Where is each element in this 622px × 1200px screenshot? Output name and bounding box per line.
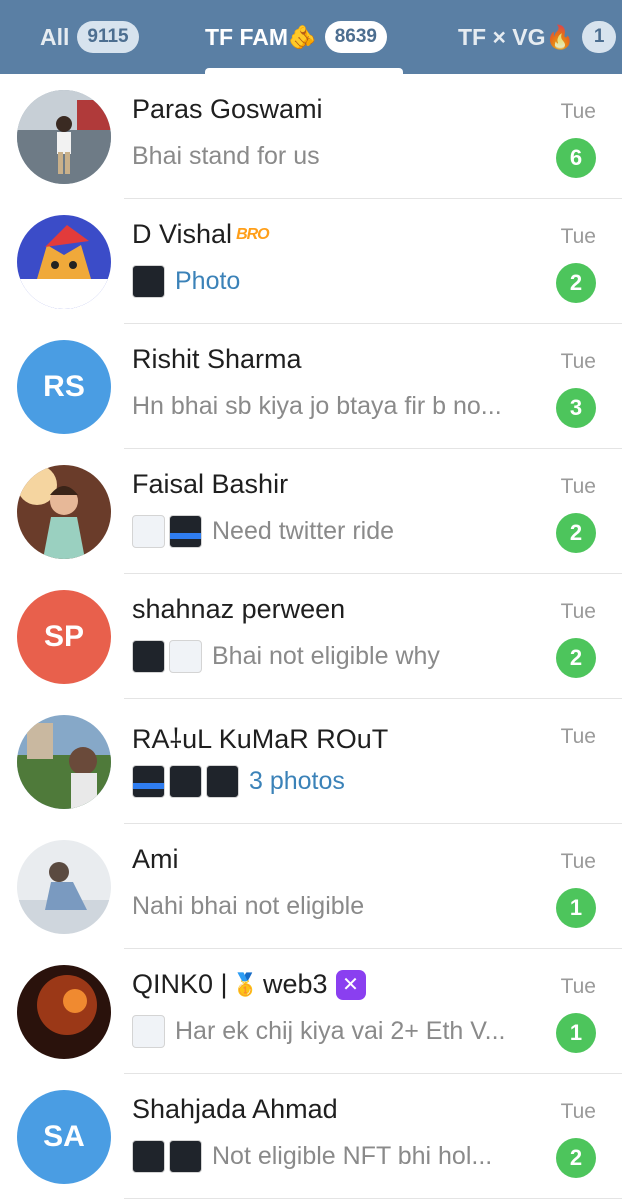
chat-time: Tue <box>560 600 596 623</box>
medal-icon: 🥇 <box>231 971 259 997</box>
name-badge: BRO <box>236 225 270 243</box>
chat-time: Tue <box>560 100 596 123</box>
photo-thumbnail <box>132 639 165 673</box>
photo-thumbnail <box>169 639 202 673</box>
chat-row[interactable]: Ami Tue Nahi bhai not eligible 1 <box>0 824 622 949</box>
chat-name: QINK0 | 🥇 web3 ✕ <box>132 969 366 1000</box>
tab-label: TF FAM🫵 <box>205 23 317 50</box>
unread-badge: 2 <box>556 1138 596 1178</box>
tab-count-badge: 8639 <box>324 21 387 53</box>
chat-row[interactable]: Faisal Bashir Tue Need twitter ride 2 <box>0 449 622 574</box>
chat-list: Paras Goswami Tue Bhai stand for us 6 D … <box>0 74 622 1199</box>
chat-name: Rishit Sharma <box>132 344 302 374</box>
chat-time: Tue <box>560 725 596 748</box>
chat-row[interactable]: QINK0 | 🥇 web3 ✕ Tue Har ek chij kiya vai 2… <box>0 949 622 1074</box>
chat-row[interactable]: SP shahnaz perween Tue Bhai not eligible… <box>0 574 622 699</box>
message-preview: Need twitter ride <box>132 513 537 549</box>
message-preview: 3 photos <box>132 763 537 799</box>
unread-badge: 2 <box>556 638 596 678</box>
chat-row[interactable]: SA Shahjada Ahmad Tue Not eligible NFT b… <box>0 1074 622 1199</box>
message-preview: Not eligible NFT bhi hol... <box>132 1138 537 1174</box>
avatar-initials: SA <box>17 1090 111 1184</box>
avatar <box>17 840 111 934</box>
tab-all[interactable]: All 9115 <box>40 0 139 74</box>
message-preview: Nahi bhai not eligible <box>132 891 365 920</box>
avatar <box>17 715 111 809</box>
chat-time: Tue <box>560 850 596 873</box>
tab-count-badge: 9115 <box>77 21 139 53</box>
avatar-initials: SP <box>17 590 111 684</box>
chat-row[interactable]: D Vishal BRO Tue Photo 2 <box>0 199 622 324</box>
unread-badge: 1 <box>556 888 596 928</box>
tab-label: TF × VG🔥 <box>458 23 575 50</box>
photo-thumbnail <box>132 1139 165 1173</box>
unread-badge: 2 <box>556 263 596 303</box>
chat-name: RA⸸uL KuMaR ROuT <box>132 724 389 754</box>
avatar <box>17 465 111 559</box>
photo-thumbnail <box>169 1139 202 1173</box>
x-logo-icon: ✕ <box>335 969 366 1000</box>
avatar-initials: RS <box>17 340 111 434</box>
chat-name: Paras Goswami <box>132 94 323 124</box>
tab-tf-fam[interactable]: TF FAM🫵 8639 <box>205 0 387 74</box>
chat-time: Tue <box>560 475 596 498</box>
folder-tab-bar: All 9115 TF FAM🫵 8639 TF × VG🔥 1 <box>0 0 622 74</box>
chat-name: D Vishal BRO <box>132 219 270 249</box>
unread-badge: 2 <box>556 513 596 553</box>
chat-time: Tue <box>560 1100 596 1123</box>
unread-badge: 6 <box>556 138 596 178</box>
chat-time: Tue <box>560 350 596 373</box>
photo-thumbnail <box>132 514 165 548</box>
message-preview: Photo <box>132 263 537 299</box>
message-preview: Har ek chij kiya vai 2+ Eth V... <box>132 1013 537 1049</box>
unread-badge: 1 <box>556 1013 596 1053</box>
message-preview: Bhai stand for us <box>132 141 320 170</box>
avatar <box>17 215 111 309</box>
photo-thumbnail <box>132 1014 165 1048</box>
avatar <box>17 90 111 184</box>
chat-name: Shahjada Ahmad <box>132 1094 338 1124</box>
chat-time: Tue <box>560 975 596 998</box>
chat-time: Tue <box>560 225 596 248</box>
tab-count-badge: 1 <box>582 21 617 53</box>
message-preview: Hn bhai sb kiya jo btaya fir b no... <box>132 391 502 420</box>
avatar <box>17 965 111 1059</box>
photo-thumbnail <box>169 514 202 548</box>
chat-row[interactable]: RA⸸uL KuMaR ROuT Tue 3 photos <box>0 699 622 824</box>
unread-badge: 3 <box>556 388 596 428</box>
photo-thumbnail <box>206 764 239 798</box>
chat-name: Faisal Bashir <box>132 469 289 499</box>
message-preview: Bhai not eligible why <box>132 638 537 674</box>
divider <box>124 1198 622 1199</box>
chat-row[interactable]: Paras Goswami Tue Bhai stand for us 6 <box>0 74 622 199</box>
chat-row[interactable]: RS Rishit Sharma Tue Hn bhai sb kiya jo … <box>0 324 622 449</box>
photo-thumbnail <box>169 764 202 798</box>
chat-name: Ami <box>132 844 179 874</box>
chat-name: shahnaz perween <box>132 594 346 624</box>
tab-tf-x-vg[interactable]: TF × VG🔥 1 <box>458 0 617 74</box>
photo-thumbnail <box>132 264 165 298</box>
photo-thumbnail <box>132 764 165 798</box>
tab-label: All <box>40 23 70 50</box>
